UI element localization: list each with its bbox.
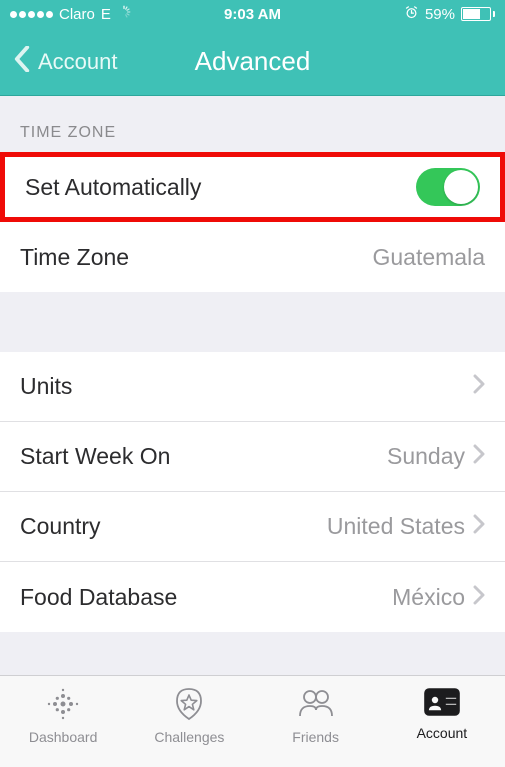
network-type-label: E [101,6,111,23]
row-start-week-on[interactable]: Start Week On Sunday [0,422,505,492]
ios-status-bar: Claro E 9:03 AM 59% [0,0,505,28]
toggle-knob [444,170,478,204]
group-preferences: Units Start Week On Sunday Country Unite… [0,352,505,632]
spinner-icon [117,5,131,23]
tab-label: Friends [292,729,339,745]
dashboard-icon [45,686,81,725]
tab-label: Dashboard [29,729,98,745]
alarm-icon [404,5,419,24]
row-food-database[interactable]: Food Database México [0,562,505,632]
tab-challenges[interactable]: Challenges [126,686,252,745]
row-units[interactable]: Units [0,352,505,422]
row-label: Start Week On [20,443,170,470]
row-label: Set Automatically [25,174,201,201]
chevron-right-icon [473,513,485,540]
tab-account[interactable]: Account [379,686,505,741]
row-label: Country [20,513,101,540]
chevron-right-icon [473,373,485,400]
row-label: Units [20,373,72,400]
row-value: México [392,584,465,611]
chevron-right-icon [473,584,485,611]
nav-bar: Account Advanced [0,28,505,96]
tab-bar: Dashboard Challenges Friends [0,675,505,767]
settings-scroll-area[interactable]: TIME ZONE Set Automatically Time Zone Gu… [0,96,505,675]
back-button[interactable]: Account [14,46,118,78]
row-label: Time Zone [20,244,129,271]
back-label: Account [38,49,118,75]
status-right: 59% [404,5,495,24]
section-header-timezone: TIME ZONE [0,96,505,152]
id-card-icon [422,686,462,721]
chevron-right-icon [473,443,485,470]
page-title: Advanced [195,46,311,77]
row-time-zone[interactable]: Time Zone Guatemala [0,222,505,292]
status-left: Claro E [10,5,131,23]
row-label: Food Database [20,584,177,611]
row-value: United States [327,513,465,540]
tab-dashboard[interactable]: Dashboard [0,686,126,745]
row-value: Guatemala [372,244,485,271]
row-set-automatically[interactable]: Set Automatically [0,152,505,222]
battery-percent-label: 59% [425,6,455,23]
toggle-set-automatically[interactable] [416,168,480,206]
star-badge-icon [171,686,207,725]
tab-label: Challenges [154,729,224,745]
chevron-left-icon [14,46,30,78]
tab-label: Account [417,725,468,741]
group-timezone: Set Automatically Time Zone Guatemala [0,152,505,292]
carrier-label: Claro [59,6,95,23]
group-spacer [0,292,505,352]
row-value: Sunday [387,443,465,470]
battery-icon [461,7,495,21]
friends-icon [296,686,336,725]
tab-friends[interactable]: Friends [253,686,379,745]
signal-strength-icon [10,11,53,18]
row-country[interactable]: Country United States [0,492,505,562]
status-time: 9:03 AM [224,6,281,23]
